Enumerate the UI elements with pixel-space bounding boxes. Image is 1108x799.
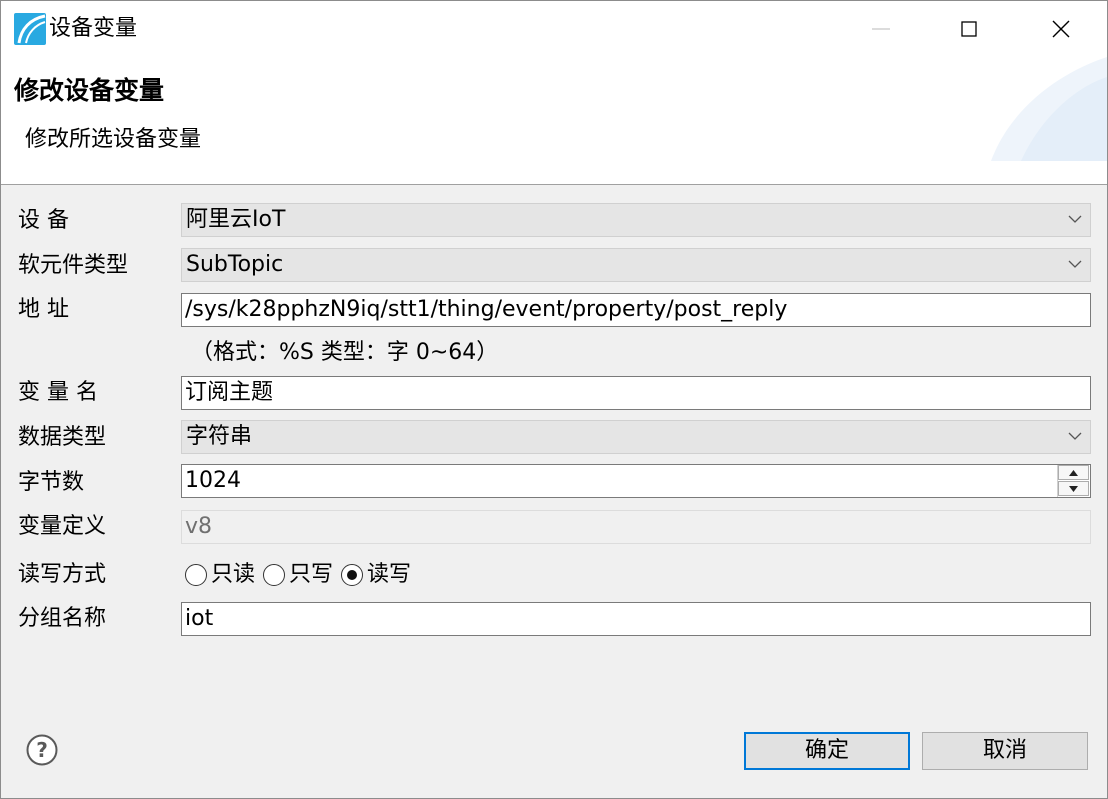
device-select[interactable]: 阿里云IoT <box>181 203 1091 237</box>
spinner-buttons <box>1057 465 1090 497</box>
triangle-down-icon <box>1069 485 1078 492</box>
page-title: 修改设备变量 <box>14 76 165 105</box>
radio-read-write-label: 读写 <box>367 562 412 587</box>
chevron-down-icon <box>1068 260 1082 268</box>
device-value: 阿里云IoT <box>186 207 286 232</box>
radio-write-only-label: 只写 <box>289 562 334 587</box>
address-format-hint: （格式：%S 类型：字 0~64） <box>191 340 499 365</box>
element-type-select[interactable]: SubTopic <box>181 248 1091 282</box>
maximize-button[interactable] <box>923 1 1015 57</box>
radio-read-only[interactable]: 只读 <box>185 559 255 591</box>
chevron-down-icon <box>1068 215 1082 223</box>
svg-text:?: ? <box>36 738 48 762</box>
dialog-window: 设备变量 修改设备变量 修改所选设备变量 设 备 阿里云IoT 软元件类型 Su… <box>0 0 1108 799</box>
data-type-value: 字符串 <box>186 424 253 449</box>
help-icon[interactable]: ? <box>26 734 58 766</box>
rw-mode-label: 读写方式 <box>18 562 107 587</box>
var-name-label: 变 量 名 <box>18 380 98 405</box>
byte-count-value: 1024 <box>185 468 241 493</box>
group-name-input[interactable]: iot <box>181 602 1091 636</box>
close-button[interactable] <box>1015 1 1107 57</box>
var-def-label: 变量定义 <box>18 514 107 539</box>
address-label: 地 址 <box>18 297 69 322</box>
group-name-label: 分组名称 <box>18 606 107 631</box>
spin-up-button[interactable] <box>1058 465 1089 480</box>
radio-circle-icon <box>185 564 207 586</box>
data-type-select[interactable]: 字符串 <box>181 420 1091 454</box>
address-input[interactable]: /sys/k28pphzN9iq/stt1/thing/event/proper… <box>181 293 1091 327</box>
close-icon <box>1052 20 1070 38</box>
minimize-button[interactable] <box>835 1 927 57</box>
radio-read-write[interactable]: 读写 <box>341 559 411 591</box>
triangle-up-icon <box>1069 469 1078 476</box>
window-title: 设备变量 <box>49 16 138 41</box>
banner-decoration-icon <box>991 57 1107 161</box>
radio-circle-icon <box>263 564 286 586</box>
ok-button[interactable]: 确定 <box>744 732 910 770</box>
app-logo-icon <box>14 13 46 45</box>
radio-checked-icon <box>341 564 364 586</box>
chevron-down-icon <box>1068 432 1082 440</box>
title-bar[interactable]: 设备变量 <box>1 1 1107 57</box>
element-type-label: 软元件类型 <box>18 253 129 278</box>
var-name-input[interactable]: 订阅主题 <box>181 376 1091 410</box>
element-type-value: SubTopic <box>186 252 284 277</box>
radio-write-only[interactable]: 只写 <box>263 559 333 591</box>
maximize-icon <box>961 21 977 37</box>
byte-count-spinner[interactable]: 1024 <box>181 464 1091 498</box>
var-def-input: v8 <box>181 510 1091 544</box>
radio-read-only-label: 只读 <box>211 562 256 587</box>
cancel-button[interactable]: 取消 <box>922 732 1088 770</box>
rw-mode-radio-group: 只读 只写 读写 <box>185 558 419 592</box>
byte-count-label: 字节数 <box>18 470 85 495</box>
minimize-icon <box>872 28 890 30</box>
spin-down-button[interactable] <box>1058 481 1089 496</box>
page-description: 修改所选设备变量 <box>25 127 202 152</box>
data-type-label: 数据类型 <box>18 425 107 450</box>
header-banner: 修改设备变量 修改所选设备变量 <box>1 57 1107 185</box>
device-label: 设 备 <box>18 208 69 233</box>
